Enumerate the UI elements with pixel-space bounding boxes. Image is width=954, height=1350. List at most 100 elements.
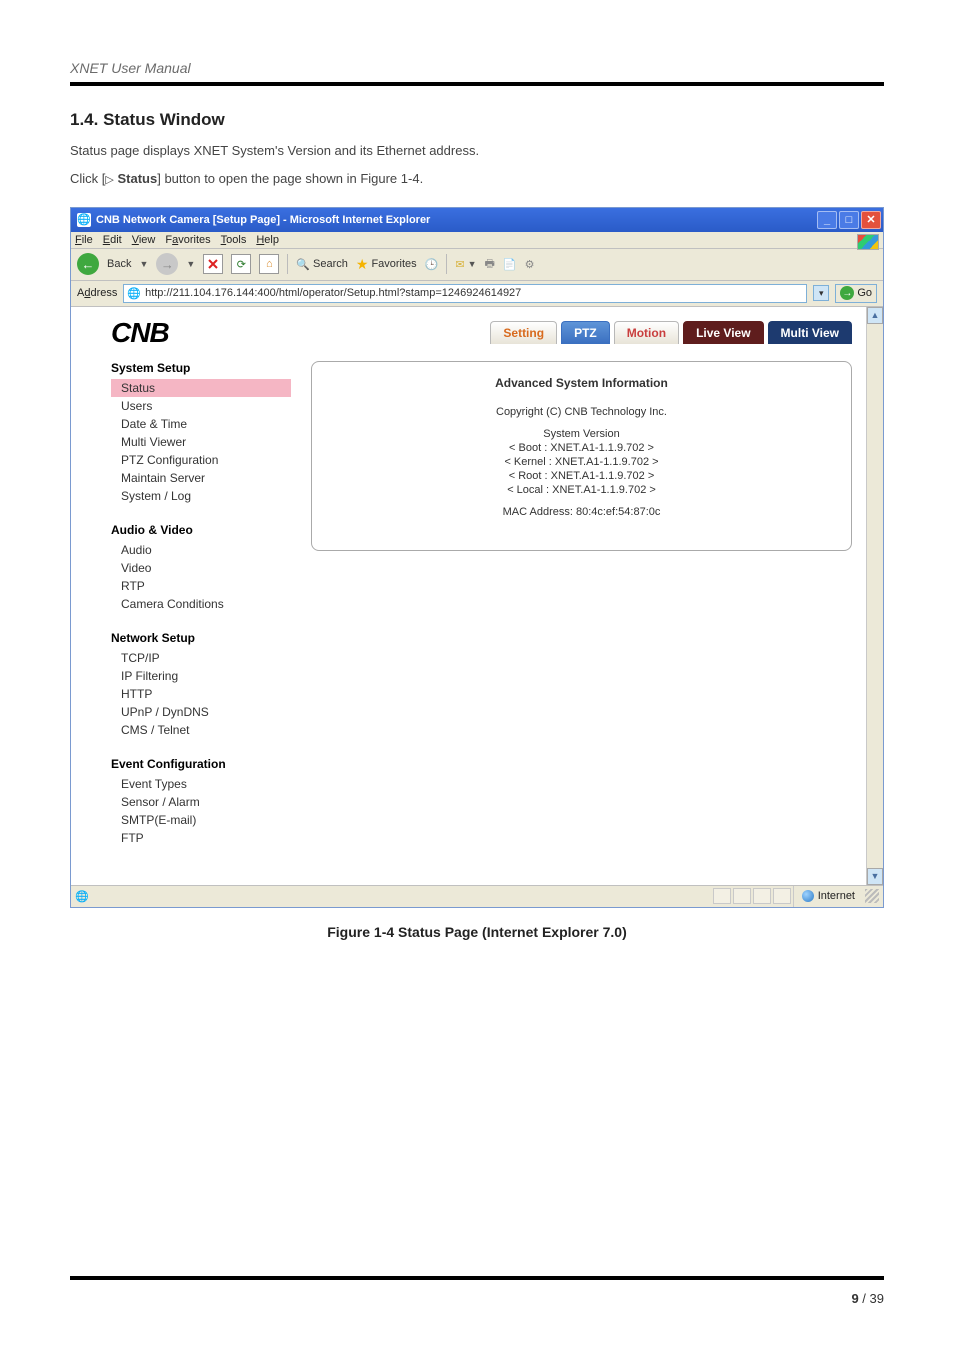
sidebar-item[interactable]: Maintain Server	[111, 469, 291, 487]
favorites-label: Favorites	[371, 258, 416, 270]
edit-icon: 📄	[503, 258, 517, 271]
panel-version-line: < Kernel : XNET.A1-1.1.9.702 >	[322, 456, 841, 468]
back-label[interactable]: Back	[107, 258, 131, 270]
info-panel: Advanced System Information Copyright (C…	[311, 361, 852, 551]
scroll-down-button[interactable]: ▼	[867, 868, 883, 885]
doc-header: XNET User Manual	[70, 60, 884, 86]
star-icon: ★	[356, 256, 369, 273]
sidebar-item[interactable]: Camera Conditions	[111, 595, 291, 613]
status-segments	[713, 888, 791, 904]
sidebar-item[interactable]: TCP/IP	[111, 649, 291, 667]
page-current: 9	[851, 1291, 858, 1306]
tab-live[interactable]: Live View	[683, 321, 763, 344]
stop-button[interactable]	[203, 254, 223, 274]
go-icon: →	[840, 286, 854, 300]
sidebar-item[interactable]: HTTP	[111, 685, 291, 703]
close-button[interactable]: ✕	[861, 211, 881, 229]
address-dropdown-icon[interactable]: ▾	[813, 285, 829, 301]
para2-pre: Click [	[70, 171, 105, 186]
tab-ptz[interactable]: PTZ	[561, 321, 610, 344]
print-icon: 🖶	[485, 255, 495, 274]
sidebar-item[interactable]: Sensor / Alarm	[111, 793, 291, 811]
favorites-button[interactable]: ★Favorites	[356, 256, 417, 273]
security-zone[interactable]: Internet	[793, 886, 863, 907]
menu-view[interactable]: View	[132, 234, 156, 246]
paragraph-1: Status page displays XNET System's Versi…	[70, 142, 884, 160]
sidebar-item[interactable]: Audio	[111, 541, 291, 559]
search-button[interactable]: 🔍Search	[296, 258, 348, 271]
gear-icon: ⚙	[525, 258, 535, 271]
play-icon: ▷	[105, 174, 113, 186]
sidebar-item[interactable]: Event Types	[111, 775, 291, 793]
sidebar-item[interactable]: System / Log	[111, 487, 291, 505]
sidebar-item[interactable]: Status	[111, 379, 291, 397]
toolbar-separator	[287, 254, 288, 274]
statusbar: 🌐 Internet	[71, 885, 883, 907]
sidebar-item[interactable]: FTP	[111, 829, 291, 847]
search-icon: 🔍	[296, 258, 310, 271]
tools-button[interactable]: ⚙	[525, 258, 535, 271]
toolbar-separator-2	[446, 254, 447, 274]
sidebar-group-title: Audio & Video	[111, 523, 291, 537]
panel-mac: MAC Address: 80:4c:ef:54:87:0c	[322, 506, 841, 518]
window-title: CNB Network Camera [Setup Page] - Micros…	[96, 214, 430, 226]
sidebar-item[interactable]: CMS / Telnet	[111, 721, 291, 739]
back-button[interactable]: ←	[77, 253, 99, 275]
maximize-button[interactable]: □	[839, 211, 859, 229]
forward-dropdown-icon[interactable]: ▼	[186, 259, 195, 269]
go-button[interactable]: → Go	[835, 284, 877, 303]
print-button[interactable]: 🖶	[485, 255, 495, 274]
window-titlebar[interactable]: 🌐 CNB Network Camera [Setup Page] - Micr…	[71, 208, 883, 232]
menu-edit[interactable]: Edit	[103, 234, 122, 246]
sidebar-item[interactable]: Multi Viewer	[111, 433, 291, 451]
address-input[interactable]: 🌐 http://211.104.176.144:400/html/operat…	[123, 284, 807, 303]
tab-motion[interactable]: Motion	[614, 321, 679, 344]
home-button[interactable]: ⌂	[259, 254, 279, 274]
refresh-button[interactable]: ⟳	[231, 254, 251, 274]
menu-tools[interactable]: Tools	[221, 234, 247, 246]
footer-rule	[70, 1276, 884, 1280]
menu-help[interactable]: Help	[256, 234, 279, 246]
menu-favorites[interactable]: Favorites	[165, 234, 210, 246]
history-icon: 🕒	[425, 258, 439, 271]
sidebar-group-title: Event Configuration	[111, 757, 291, 771]
page-total: 39	[870, 1291, 884, 1306]
sidebar-item[interactable]: SMTP(E-mail)	[111, 811, 291, 829]
toolbar: ← Back ▼ → ▼ ⟳ ⌂ 🔍Search ★Favorites 🕒 ✉▼…	[71, 249, 883, 281]
figure-caption: Figure 1-4 Status Page (Internet Explore…	[70, 924, 884, 940]
resize-grip[interactable]	[865, 889, 879, 903]
tab-setting[interactable]: Setting	[490, 321, 557, 344]
panel-version-line: < Root : XNET.A1-1.1.9.702 >	[322, 470, 841, 482]
sidebar-item[interactable]: Date & Time	[111, 415, 291, 433]
sidebar-item[interactable]: Users	[111, 397, 291, 415]
sidebar-item[interactable]: PTZ Configuration	[111, 451, 291, 469]
scroll-track[interactable]	[867, 324, 883, 868]
page-icon: 🌐	[127, 287, 141, 300]
scroll-up-button[interactable]: ▲	[867, 307, 883, 324]
minimize-button[interactable]: _	[817, 211, 837, 229]
history-button[interactable]: 🕒	[425, 258, 439, 271]
vertical-scrollbar[interactable]: ▲ ▼	[866, 307, 883, 885]
panel-sysver-label: System Version	[322, 428, 841, 440]
mail-dropdown-icon[interactable]: ▼	[468, 259, 477, 269]
sidebar-item[interactable]: UPnP / DynDNS	[111, 703, 291, 721]
page-sep: /	[859, 1291, 870, 1306]
zone-label: Internet	[818, 890, 855, 902]
sidebar-item[interactable]: IP Filtering	[111, 667, 291, 685]
status-page-icon: 🌐	[75, 890, 89, 903]
back-dropdown-icon[interactable]: ▼	[139, 259, 148, 269]
sidebar-item[interactable]: RTP	[111, 577, 291, 595]
menu-file[interactable]: File	[75, 234, 93, 246]
app-header: CNB Setting PTZ Motion Live View Multi V…	[71, 307, 866, 355]
paragraph-2: Click [▷ Status] button to open the page…	[70, 170, 884, 188]
sidebar: System SetupStatusUsersDate & TimeMulti …	[111, 361, 291, 865]
address-bar: Address 🌐 http://211.104.176.144:400/htm…	[71, 281, 883, 307]
section-title: 1.4. Status Window	[70, 110, 884, 130]
mail-button[interactable]: ✉▼	[455, 258, 476, 271]
edit-button[interactable]: 📄	[503, 258, 517, 271]
sidebar-item[interactable]: Video	[111, 559, 291, 577]
windows-flag-icon	[857, 234, 879, 250]
forward-button[interactable]: →	[156, 253, 178, 275]
tab-multi[interactable]: Multi View	[768, 321, 852, 344]
mail-icon: ✉	[455, 258, 464, 271]
